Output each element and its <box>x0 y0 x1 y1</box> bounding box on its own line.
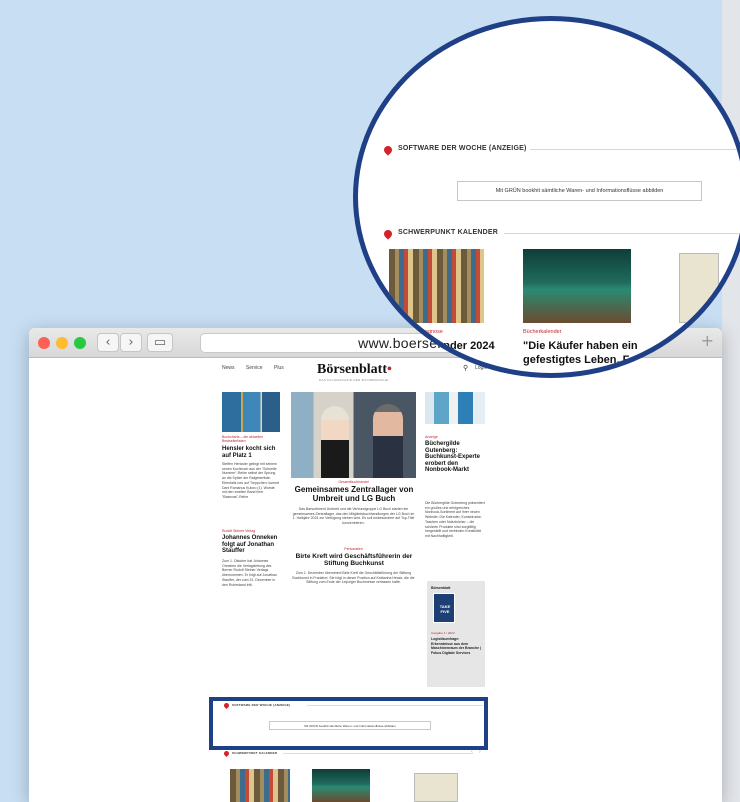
article-headline[interactable]: Gemeinsames Zentrallager von Umbreit und… <box>287 485 421 504</box>
section-marker-icon <box>222 749 231 758</box>
calendar-image-1[interactable] <box>230 769 290 802</box>
nav-service[interactable]: Service <box>246 365 263 371</box>
site-nav: News Service Plus <box>222 365 294 371</box>
article-headline[interactable]: Johannes Onneken folgt auf Jonathan Stau… <box>222 535 282 555</box>
section-title: SCHWERPUNKT KALENDER <box>398 229 499 236</box>
article-kicker: Kalenderprognose <box>398 329 443 335</box>
article-kicker: Rudolf Steiner Verlag <box>222 529 256 533</box>
cover-text: TAKE FIVE <box>439 604 451 614</box>
section-title: SCHWERPUNKT KALENDER <box>232 751 278 755</box>
highlight-rectangle <box>209 697 488 750</box>
minimize-window-button[interactable] <box>56 337 68 349</box>
article-teaser: Zum 1. Dezember übernimmt Birte Kreft di… <box>292 571 415 585</box>
article-kicker: Personalien <box>344 547 363 551</box>
magazine-label: Börsenblatt <box>431 586 451 590</box>
portrait-left <box>321 406 349 478</box>
article-headline[interactable]: Kalender 2024 <box>420 340 530 354</box>
section-title: SOFTWARE DER WOCHE (ANZEIGE) <box>398 145 527 152</box>
article-teaser: Steffen Henssler gelingt mit seinem neue… <box>222 462 280 500</box>
back-button[interactable]: ‹ <box>97 333 119 352</box>
magazine-teaser[interactable]: Börsenblatt TAKE FIVE Ausgabe 4 / 2023 L… <box>427 581 485 687</box>
article-kicker: Buchcharts – die aktuellen Bestsellerlis… <box>222 435 264 443</box>
article-headline[interactable]: Birte Kreft wird Geschäftsführerin der S… <box>287 553 421 567</box>
article-teaser: Die Büchergilde Gutenberg präsentiert ei… <box>425 501 485 539</box>
section-marker-icon <box>382 144 394 156</box>
forward-button[interactable]: › <box>120 333 142 352</box>
nonbook-image[interactable] <box>425 392 485 424</box>
section-marker-icon <box>382 228 394 240</box>
zoom-window-button[interactable] <box>74 337 86 349</box>
article-headline[interactable]: Büchergilde Gutenberg: Buchkunst-Experte… <box>425 441 485 474</box>
calendar-image-3[interactable] <box>414 773 458 802</box>
article-teaser: Zum 1. Oktober hat Johannes Onneken die … <box>222 559 277 587</box>
section-divider <box>530 149 740 150</box>
article-teaser: Das Barsortiment Umbreit und die Verbund… <box>292 507 415 526</box>
article-kicker: Anzeige <box>425 435 438 439</box>
magnifier-callout: SOFTWARE DER WOCHE (ANZEIGE) Mit GRÜN bo… <box>353 16 740 378</box>
close-window-button[interactable] <box>38 337 50 349</box>
calendar-image-2[interactable] <box>523 249 631 323</box>
article-meta: ...n at <box>454 356 470 362</box>
article-headline[interactable]: "Die Käufer haben ein gefestigtes Leben,… <box>523 340 688 368</box>
nav-news[interactable]: News <box>222 365 235 371</box>
article-headline[interactable]: Hensler kocht sich auf Platz 1 <box>222 446 282 459</box>
magazine-kicker: Ausgabe 4 / 2023 <box>431 631 455 635</box>
calendar-image-2[interactable] <box>312 769 370 802</box>
article-kicker: Gesamtbuchhandel <box>338 480 369 484</box>
magnified-content: SOFTWARE DER WOCHE (ANZEIGE) Mit GRÜN bo… <box>358 21 740 373</box>
bestseller-thumbnail[interactable] <box>222 392 280 432</box>
magazine-cover: TAKE FIVE <box>433 593 455 623</box>
calendar-image-1[interactable] <box>389 249 484 323</box>
software-ad-button[interactable]: Mit GRÜN bookhit sämtliche Waren- und In… <box>457 181 702 201</box>
hero-image[interactable] <box>291 392 416 478</box>
magazine-headline: Logistikumfrage: Erkenntnisse aus dem Ma… <box>431 637 481 655</box>
portrait-right <box>373 404 403 478</box>
sidebar-toggle-button[interactable]: ▭ <box>147 333 173 352</box>
article-kicker: Bücherkalender <box>523 329 562 335</box>
nav-plus[interactable]: Plus <box>274 365 284 371</box>
section-divider <box>283 753 473 754</box>
section-divider <box>504 233 740 234</box>
site-tagline: DAS FACHMAGAZIN DER BUCHBRANCHE <box>319 378 389 382</box>
calendar-image-3[interactable] <box>679 253 719 323</box>
